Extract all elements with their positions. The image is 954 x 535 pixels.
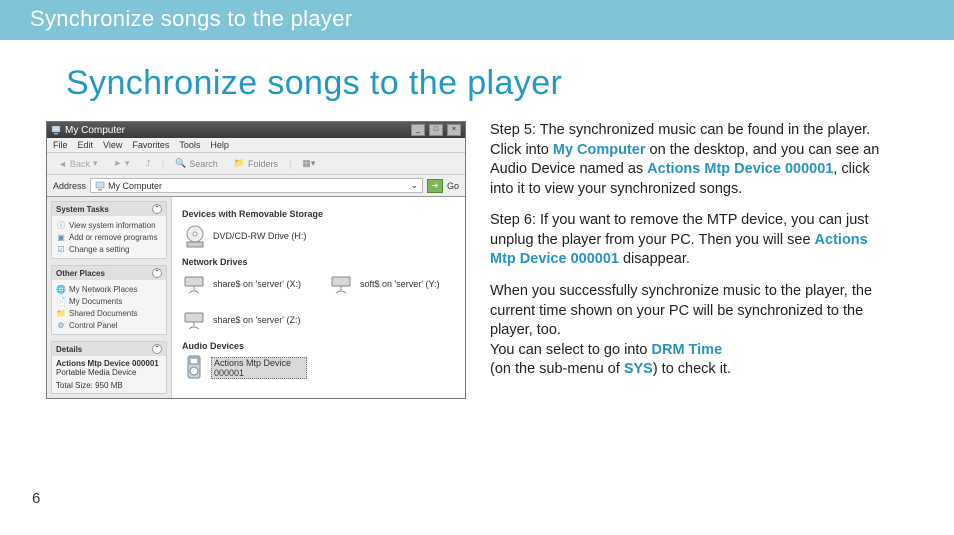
info-icon: ⓘ — [56, 220, 66, 230]
menu-view[interactable]: View — [103, 140, 122, 150]
kw-sys: SYS — [624, 361, 653, 377]
folder-icon: 📁 — [234, 158, 245, 169]
drive-item[interactable]: DVD/CD-RW Drive (H:) — [182, 223, 307, 249]
place-link[interactable]: 📄My Documents — [56, 295, 162, 307]
menu-favorites[interactable]: Favorites — [132, 140, 169, 150]
forward-button[interactable]: ► ▾ — [108, 156, 134, 171]
folders-button[interactable]: 📁 Folders — [229, 156, 283, 171]
page-number: 6 — [32, 490, 40, 507]
menu-help[interactable]: Help — [210, 140, 229, 150]
explorer-body: System Tasks ⌃ ⓘView system information … — [47, 197, 465, 398]
address-field[interactable]: My Computer ⌄ — [90, 178, 423, 193]
content-row: My Computer _ □ × File Edit View Favorit… — [0, 121, 954, 399]
system-tasks-block: System Tasks ⌃ ⓘView system information … — [51, 201, 167, 259]
maximize-button[interactable]: □ — [429, 124, 443, 136]
network-drive-item[interactable]: share$ on 'server' (X:) — [182, 271, 307, 297]
toolbar: ◄ Back ▾ ► ▾ ⮥ | 🔍 Search 📁 Folders | ▦▾ — [47, 153, 465, 175]
up-button[interactable]: ⮥ — [140, 156, 155, 171]
folder-up-icon: ⮥ — [145, 158, 150, 169]
menu-edit[interactable]: Edit — [78, 140, 94, 150]
network-drive-icon — [182, 307, 208, 333]
control-panel-icon: ⚙ — [56, 320, 66, 330]
audio-device-item[interactable]: Actions Mtp Device 000001 — [182, 355, 307, 381]
place-link[interactable]: 🌐My Network Places — [56, 283, 162, 295]
kw-drm-time: DRM Time — [652, 342, 723, 358]
other-places-header[interactable]: Other Places ⌃ — [52, 266, 166, 280]
page-title: Synchronize songs to the player — [66, 64, 954, 103]
details-device-type: Portable Media Device — [56, 368, 162, 377]
step-5: Step 5: The synchronized music can be fo… — [490, 121, 890, 199]
place-link[interactable]: ⚙Control Panel — [56, 319, 162, 331]
left-task-pane: System Tasks ⌃ ⓘView system information … — [47, 197, 172, 398]
instruction-text: Step 5: The synchronized music can be fo… — [490, 121, 890, 399]
details-device-name: Actions Mtp Device 000001 — [56, 359, 162, 368]
address-value: My Computer — [108, 181, 162, 191]
details-header[interactable]: Details ⌃ — [52, 342, 166, 356]
computer-icon — [95, 181, 105, 191]
network-drive-icon — [329, 271, 355, 297]
step-6: Step 6: If you want to remove the MTP de… — [490, 211, 890, 270]
task-link[interactable]: ☑Change a setting — [56, 243, 162, 255]
back-button[interactable]: ◄ Back ▾ — [53, 156, 102, 171]
menu-bar: File Edit View Favorites Tools Help — [47, 138, 465, 153]
place-link[interactable]: 📁Shared Documents — [56, 307, 162, 319]
group-network-drives: Network Drives — [182, 257, 455, 267]
kw-device: Actions Mtp Device 000001 — [647, 161, 833, 177]
collapse-icon: ⌃ — [152, 204, 162, 214]
group-audio-devices: Audio Devices — [182, 341, 455, 351]
back-arrow-icon: ◄ — [58, 159, 67, 169]
menu-file[interactable]: File — [53, 140, 68, 150]
computer-icon — [51, 125, 61, 135]
go-button[interactable]: ➔ — [427, 179, 443, 193]
system-tasks-header[interactable]: System Tasks ⌃ — [52, 202, 166, 216]
task-link[interactable]: ▣Add or remove programs — [56, 231, 162, 243]
menu-tools[interactable]: Tools — [179, 140, 200, 150]
other-places-block: Other Places ⌃ 🌐My Network Places 📄My Do… — [51, 265, 167, 335]
search-icon: 🔍 — [175, 158, 186, 169]
programs-icon: ▣ — [56, 232, 66, 242]
task-link[interactable]: ⓘView system information — [56, 219, 162, 231]
details-size: Total Size: 950 MB — [56, 381, 162, 390]
minimize-button[interactable]: _ — [411, 124, 425, 136]
collapse-icon: ⌃ — [152, 268, 162, 278]
views-button[interactable]: ▦▾ — [297, 156, 320, 171]
collapse-icon: ⌃ — [152, 344, 162, 354]
network-drive-item[interactable]: soft$ on 'server' (Y:) — [329, 271, 454, 297]
my-computer-window: My Computer _ □ × File Edit View Favorit… — [46, 121, 466, 399]
group-removable-storage: Devices with Removable Storage — [182, 209, 455, 219]
shared-icon: 📁 — [56, 308, 66, 318]
window-title-text: My Computer — [65, 125, 125, 136]
close-button[interactable]: × — [447, 124, 461, 136]
network-icon: 🌐 — [56, 284, 66, 294]
search-button[interactable]: 🔍 Search — [170, 156, 223, 171]
settings-icon: ☑ — [56, 244, 66, 254]
chevron-down-icon[interactable]: ⌄ — [410, 180, 418, 191]
documents-icon: 📄 — [56, 296, 66, 306]
chevron-down-icon: ▾ — [93, 158, 98, 169]
media-player-icon — [182, 355, 206, 381]
sync-time-note: When you successfully synchronize music … — [490, 282, 890, 380]
details-block: Details ⌃ Actions Mtp Device 000001 Port… — [51, 341, 167, 394]
section-banner: Synchronize songs to the player — [0, 0, 954, 40]
window-titlebar: My Computer _ □ × — [47, 122, 465, 138]
kw-my-computer: My Computer — [553, 142, 646, 158]
cd-drive-icon — [182, 223, 208, 249]
address-bar: Address My Computer ⌄ ➔ Go — [47, 175, 465, 197]
go-label: Go — [447, 181, 459, 191]
network-drive-icon — [182, 271, 208, 297]
banner-text: Synchronize songs to the player — [30, 6, 352, 31]
address-label: Address — [53, 181, 86, 191]
content-pane: Devices with Removable Storage DVD/CD-RW… — [172, 197, 465, 398]
network-drive-item[interactable]: share$ on 'server' (Z:) — [182, 307, 307, 333]
